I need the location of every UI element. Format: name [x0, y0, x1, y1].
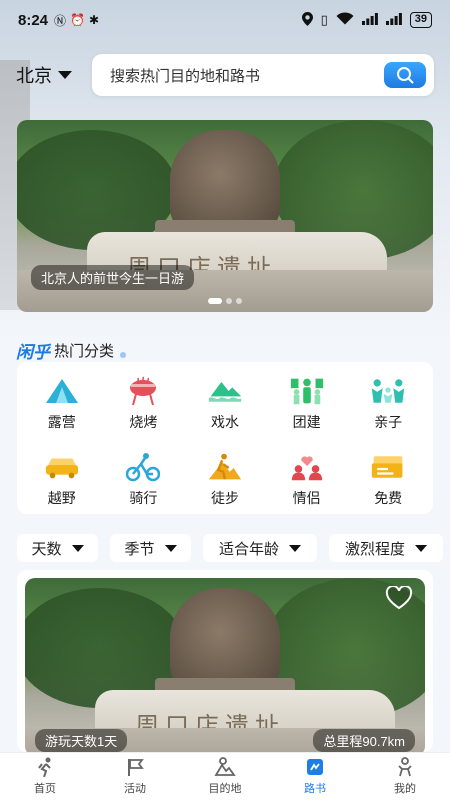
brand-logo: 闲乎 [16, 343, 50, 362]
route-image: 周口店遗址 [25, 578, 425, 752]
nfc-icon: Ⓝ [54, 13, 67, 28]
category-cycling[interactable]: 骑行 [103, 446, 185, 522]
category-camping[interactable]: 露营 [21, 370, 103, 446]
category-water[interactable]: 戏水 [184, 370, 266, 446]
location-icon [301, 11, 313, 29]
car-icon [44, 452, 80, 482]
carousel-dot [236, 298, 242, 304]
route-days: 游玩天数1天 [35, 729, 128, 752]
city-label: 北京 [16, 66, 52, 86]
bottom-tab-bar: 首页 活动 目的地 路书 我的 [0, 752, 450, 800]
tent-icon [44, 376, 80, 406]
filter-season[interactable]: 季节 [110, 534, 191, 562]
category-label: 徒步 [210, 490, 239, 506]
city-selector[interactable]: 北京 [16, 62, 72, 88]
chevron-down-icon [289, 544, 301, 552]
team-icon [289, 376, 325, 406]
filter-bar: 天数 季节 适合年龄 激烈程度 [17, 534, 450, 562]
category-label: 亲子 [374, 414, 403, 430]
tab-roadbook[interactable]: 路书 [270, 753, 360, 800]
section-heading: 热门分类 [54, 343, 115, 360]
home-icon [34, 757, 56, 777]
category-label: 团建 [292, 414, 321, 430]
wifi-icon [336, 12, 354, 28]
route-distance: 总里程90.7km [313, 729, 415, 752]
status-bar: 8:24 Ⓝ ⏰ ✱ ▯ 39 [0, 0, 450, 40]
decoration-dot [120, 351, 127, 358]
category-free[interactable]: 免费 [347, 446, 429, 522]
category-bbq[interactable]: 烧烤 [103, 370, 185, 446]
banner-caption: 北京人的前世今生一日游 [31, 265, 195, 290]
search-button[interactable] [384, 62, 426, 88]
flag-icon [124, 757, 146, 777]
bike-icon [125, 452, 161, 482]
roadbook-icon [304, 757, 326, 777]
signal-icon-2 [385, 12, 402, 28]
favorite-button[interactable] [385, 585, 413, 615]
category-label: 情侣 [292, 490, 321, 506]
search-icon [397, 67, 414, 84]
destination-icon [214, 757, 236, 777]
section-title: 闲乎 热门分类 [16, 338, 127, 363]
tab-label: 路书 [304, 783, 326, 795]
chevron-down-icon [58, 71, 72, 79]
carousel-indicator [208, 298, 242, 304]
category-couple[interactable]: 情侣 [266, 446, 348, 522]
tab-label: 我的 [394, 783, 416, 795]
ticket-icon [370, 452, 406, 482]
status-time: 8:24 [18, 11, 49, 29]
filter-age[interactable]: 适合年龄 [203, 534, 317, 562]
tab-home[interactable]: 首页 [0, 753, 90, 800]
tab-destination[interactable]: 目的地 [180, 753, 270, 800]
category-team[interactable]: 团建 [266, 370, 348, 446]
water-icon [207, 376, 243, 406]
tab-label: 活动 [124, 783, 146, 795]
category-offroad[interactable]: 越野 [21, 446, 103, 522]
filter-label: 激烈程度 [344, 540, 405, 558]
tab-label: 首页 [34, 783, 56, 795]
battery-icon: 39 [409, 12, 432, 28]
family-icon [370, 376, 406, 406]
alarm-icon: ⏰ [70, 13, 85, 27]
tab-profile[interactable]: 我的 [360, 753, 450, 800]
carousel-dot [226, 298, 232, 304]
filter-days[interactable]: 天数 [17, 534, 98, 562]
category-label: 免费 [374, 490, 403, 506]
category-label: 骑行 [129, 490, 158, 506]
grill-icon [125, 376, 161, 406]
hiking-icon [207, 452, 243, 482]
filter-label: 季节 [124, 540, 155, 558]
search-bar[interactable]: 搜索热门目的地和路书 [92, 54, 434, 96]
banner-carousel[interactable]: 周口店遗址 北京人的前世今生一日游 [17, 120, 433, 312]
filter-label: 天数 [31, 540, 62, 558]
category-label: 烧烤 [129, 414, 158, 430]
status-notification-icons: Ⓝ ⏰ ✱ [54, 12, 99, 29]
category-family[interactable]: 亲子 [347, 370, 429, 446]
chevron-down-icon [415, 544, 427, 552]
chevron-down-icon [71, 544, 84, 552]
profile-icon [394, 757, 416, 777]
bluetooth-icon: ✱ [89, 13, 100, 27]
filter-label: 适合年龄 [218, 540, 279, 558]
tab-label: 目的地 [208, 783, 242, 795]
heart-icon [385, 585, 413, 610]
status-system-icons: ▯ 39 [301, 11, 432, 29]
category-panel: 露营 烧烤 戏水 团建 亲子 越野 骑行 徒步 情侣 免费 [17, 362, 433, 514]
search-placeholder: 搜索热门目的地和路书 [110, 67, 261, 85]
vibrate-icon: ▯ [320, 12, 328, 27]
filter-intensity[interactable]: 激烈程度 [329, 534, 443, 562]
couple-icon [289, 452, 325, 482]
chevron-down-icon [164, 544, 177, 552]
signal-icon-1 [361, 12, 378, 28]
category-label: 露营 [47, 414, 76, 430]
category-hiking[interactable]: 徒步 [184, 446, 266, 522]
tab-activity[interactable]: 活动 [90, 753, 180, 800]
category-label: 戏水 [210, 414, 239, 430]
route-card[interactable]: 周口店遗址 游玩天数1天 总里程90.7km [17, 570, 433, 752]
carousel-dot [208, 298, 222, 304]
category-label: 越野 [47, 490, 76, 506]
